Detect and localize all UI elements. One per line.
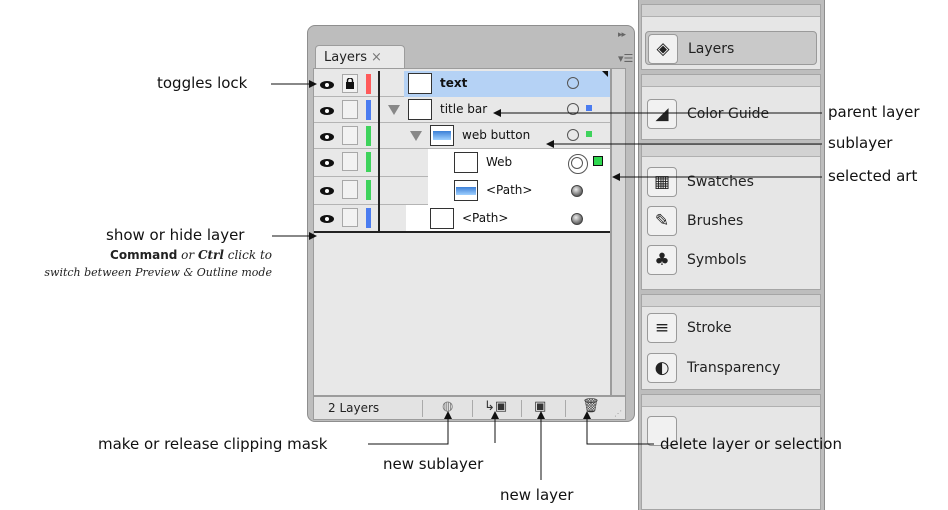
callout-delete: delete layer or selection [660, 435, 842, 453]
callout-sublayer: sublayer [828, 134, 893, 152]
callout-shortcut-note-line2: switch between Preview & Outline mode [44, 266, 272, 279]
callout-show-hide: show or hide layer [106, 226, 245, 244]
callout-clipping-mask: make or release clipping mask [98, 435, 328, 453]
callout-new-layer: new layer [500, 486, 574, 504]
callout-parent-layer: parent layer [828, 103, 920, 121]
callout-selected-art: selected art [828, 167, 918, 185]
callout-shortcut-note: Command or Ctrl click to [110, 248, 272, 262]
callout-toggles-lock: toggles lock [157, 74, 248, 92]
callout-new-sublayer: new sublayer [383, 455, 484, 473]
